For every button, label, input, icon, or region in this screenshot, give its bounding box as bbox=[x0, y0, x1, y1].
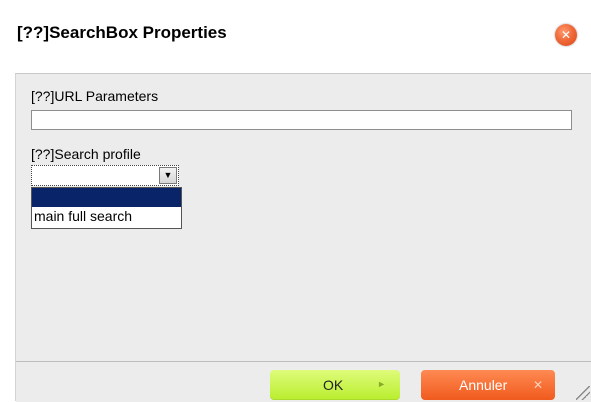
chevron-down-icon[interactable]: ▼ bbox=[159, 167, 177, 184]
search-profile-options: main full search bbox=[31, 187, 182, 229]
search-profile-option-main-full-search[interactable]: main full search bbox=[32, 207, 181, 226]
cancel-button-label: Annuler bbox=[459, 377, 508, 393]
searchbox-properties-dialog: [??]SearchBox Properties ✕ [??]URL Param… bbox=[0, 0, 591, 402]
resize-grip-icon[interactable] bbox=[576, 386, 590, 400]
url-parameters-label: [??]URL Parameters bbox=[31, 88, 159, 104]
cancel-x-icon: ✕ bbox=[532, 378, 543, 392]
dialog-body: [??]URL Parameters [??]Search profile ▼ … bbox=[15, 73, 591, 402]
url-parameters-input[interactable] bbox=[31, 110, 572, 130]
search-profile-option-blank[interactable] bbox=[32, 188, 181, 207]
close-icon[interactable]: ✕ bbox=[555, 24, 577, 46]
ok-button[interactable]: OK ► bbox=[270, 370, 400, 400]
search-profile-select[interactable]: ▼ bbox=[31, 165, 179, 186]
ok-button-label: OK bbox=[323, 377, 344, 393]
close-glyph: ✕ bbox=[560, 28, 572, 42]
play-arrow-icon: ► bbox=[377, 379, 386, 389]
search-profile-label: [??]Search profile bbox=[31, 146, 141, 162]
cancel-button[interactable]: Annuler ✕ bbox=[421, 370, 555, 400]
chevron-down-glyph: ▼ bbox=[163, 170, 173, 180]
dialog-titlebar: [??]SearchBox Properties ✕ bbox=[0, 10, 591, 60]
dialog-title: [??]SearchBox Properties bbox=[17, 23, 227, 42]
dialog-footer: OK ► Annuler ✕ bbox=[16, 361, 591, 402]
